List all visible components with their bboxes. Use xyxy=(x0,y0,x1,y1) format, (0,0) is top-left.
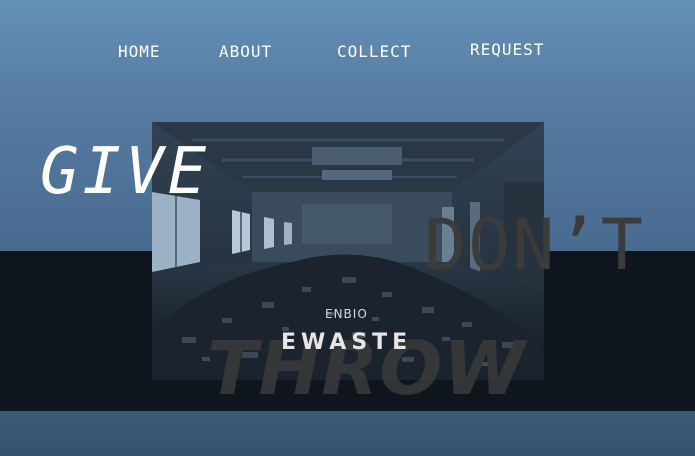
nav-collect-link[interactable]: COLLECT xyxy=(337,42,411,61)
nav-request-link[interactable]: REQUEST xyxy=(470,40,544,59)
main-nav: HOME ABOUT COLLECT REQUEST xyxy=(0,38,695,66)
brand-tagline: ENBIO xyxy=(325,307,368,321)
nav-about-link[interactable]: ABOUT xyxy=(219,42,272,61)
bottom-strip xyxy=(0,411,695,456)
brand-logo-text: EWASTE xyxy=(281,330,413,355)
hero-word-give: GIVE xyxy=(40,135,211,209)
hero-word-dont: DON’T xyxy=(424,204,645,286)
nav-home-link[interactable]: HOME xyxy=(118,42,161,61)
